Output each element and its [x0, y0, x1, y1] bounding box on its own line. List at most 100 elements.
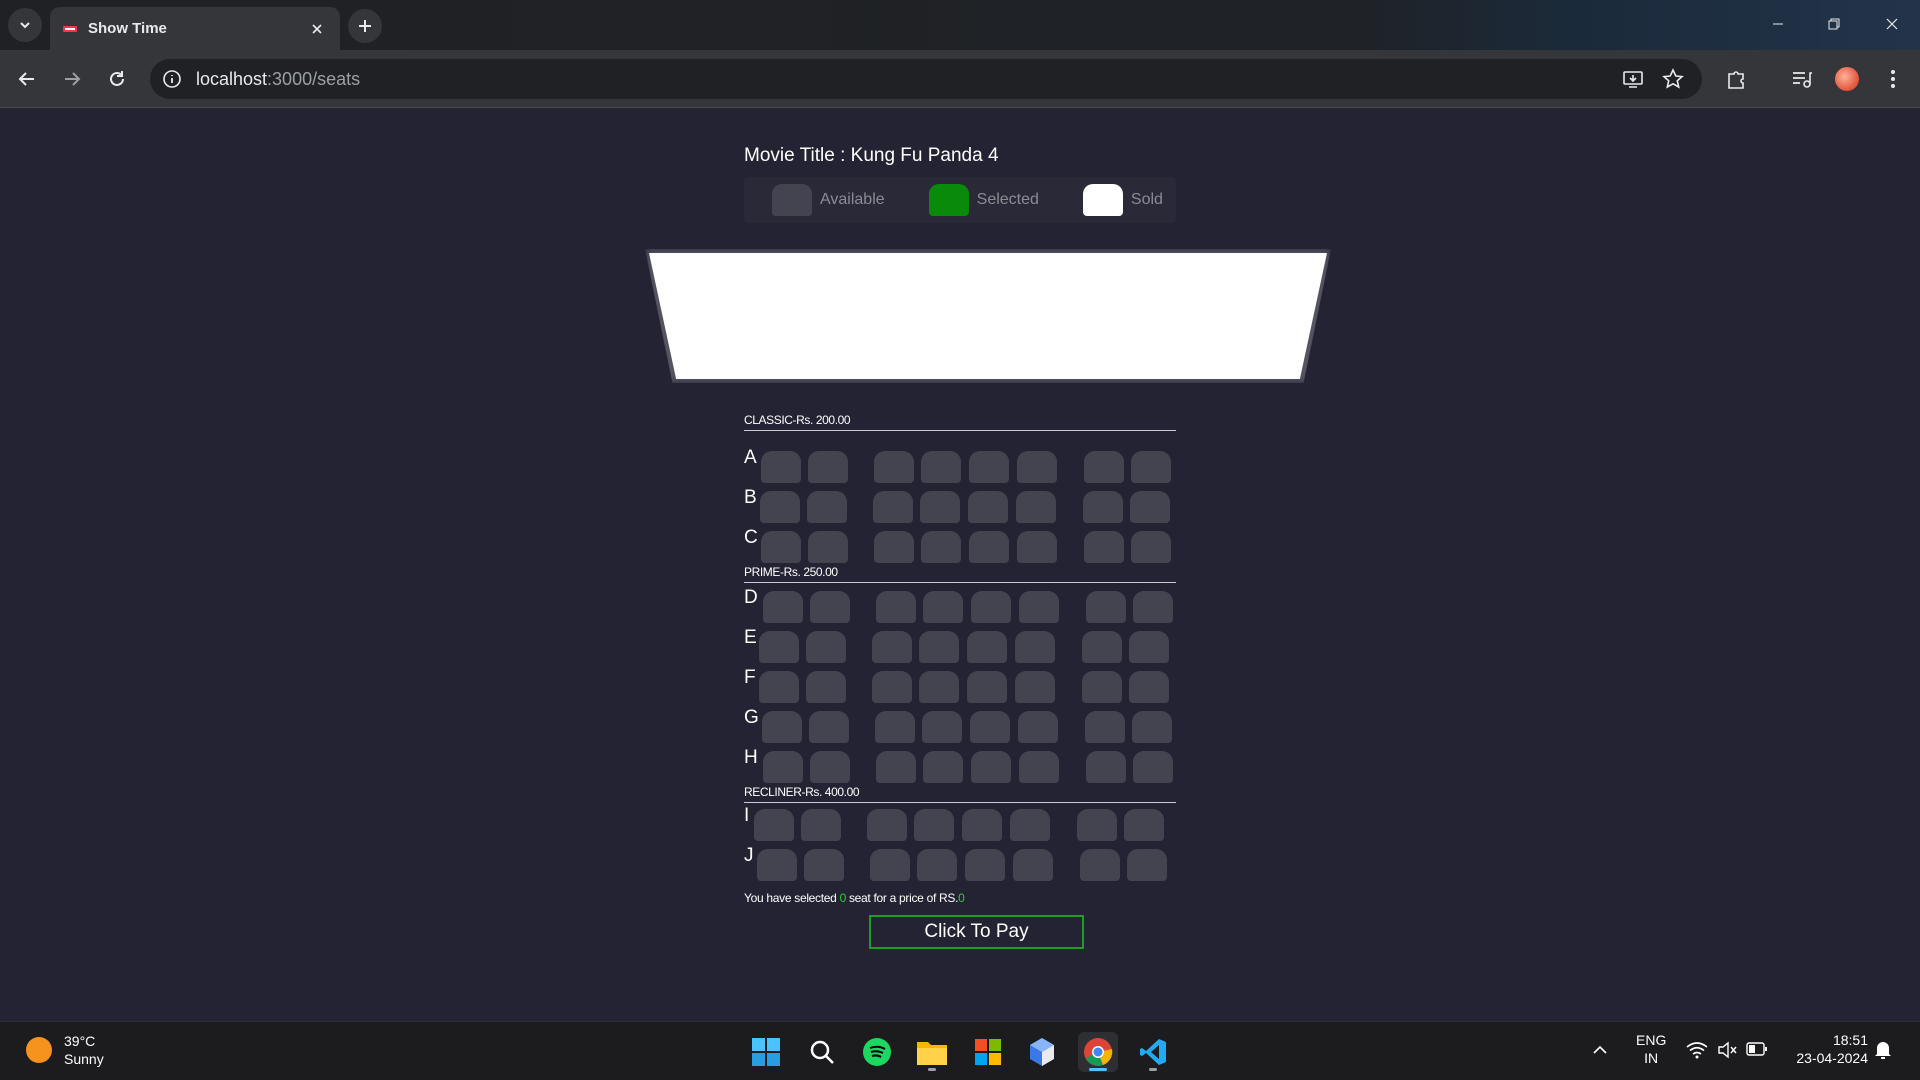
seat-i5[interactable] [962, 809, 1002, 841]
seat-i1[interactable] [754, 809, 794, 841]
minimize-button[interactable] [1750, 0, 1806, 48]
app-cube-icon[interactable] [1022, 1032, 1062, 1072]
seat-b4[interactable] [920, 491, 960, 523]
seat-i2[interactable] [801, 809, 841, 841]
back-button[interactable] [10, 62, 44, 96]
seat-b1[interactable] [760, 491, 800, 523]
system-clock[interactable]: 18:51 23-04-2024 [1788, 1031, 1868, 1067]
seat-a5[interactable] [969, 451, 1009, 483]
seat-a4[interactable] [921, 451, 961, 483]
seat-i8[interactable] [1124, 809, 1164, 841]
seat-d3[interactable] [876, 591, 916, 623]
seat-b8[interactable] [1130, 491, 1170, 523]
seat-c3[interactable] [874, 531, 914, 563]
seat-j2[interactable] [804, 849, 844, 881]
seat-g2[interactable] [809, 711, 849, 743]
tray-chevron-icon[interactable] [1592, 1042, 1608, 1058]
address-bar[interactable]: localhost:3000/seats [150, 59, 1702, 99]
window-close-button[interactable] [1864, 0, 1920, 48]
seat-d7[interactable] [1086, 591, 1126, 623]
seat-a6[interactable] [1017, 451, 1057, 483]
seat-f2[interactable] [806, 671, 846, 703]
seat-a3[interactable] [874, 451, 914, 483]
seat-e3[interactable] [872, 631, 912, 663]
seat-e4[interactable] [919, 631, 959, 663]
seat-j6[interactable] [1013, 849, 1053, 881]
seat-f6[interactable] [1015, 671, 1055, 703]
seat-h6[interactable] [1019, 751, 1059, 783]
seat-f7[interactable] [1082, 671, 1122, 703]
seat-j3[interactable] [870, 849, 910, 881]
seat-d2[interactable] [810, 591, 850, 623]
seat-c6[interactable] [1017, 531, 1057, 563]
seat-g8[interactable] [1132, 711, 1172, 743]
seat-b5[interactable] [968, 491, 1008, 523]
seat-d6[interactable] [1019, 591, 1059, 623]
seat-h7[interactable] [1086, 751, 1126, 783]
spotify-icon[interactable] [857, 1032, 897, 1072]
battery-icon[interactable] [1746, 1042, 1768, 1059]
seat-c7[interactable] [1084, 531, 1124, 563]
seat-g6[interactable] [1018, 711, 1058, 743]
seat-a8[interactable] [1131, 451, 1171, 483]
file-explorer-icon[interactable] [912, 1032, 952, 1072]
restore-button[interactable] [1806, 0, 1862, 48]
url-text[interactable]: localhost:3000/seats [196, 69, 360, 90]
seat-b7[interactable] [1083, 491, 1123, 523]
seat-f5[interactable] [967, 671, 1007, 703]
seat-b2[interactable] [807, 491, 847, 523]
close-icon[interactable] [306, 18, 328, 40]
seat-f1[interactable] [759, 671, 799, 703]
start-icon[interactable] [746, 1032, 786, 1072]
seat-b3[interactable] [873, 491, 913, 523]
browser-tab[interactable]: Show Time [50, 7, 340, 50]
extensions-button[interactable] [1719, 62, 1753, 96]
seat-c2[interactable] [808, 531, 848, 563]
seat-j4[interactable] [917, 849, 957, 881]
seat-i6[interactable] [1010, 809, 1050, 841]
more-button[interactable] [1876, 62, 1910, 96]
install-icon[interactable] [1622, 68, 1644, 90]
seat-j1[interactable] [757, 849, 797, 881]
seat-e5[interactable] [967, 631, 1007, 663]
seat-g3[interactable] [875, 711, 915, 743]
seat-d1[interactable] [763, 591, 803, 623]
seat-e2[interactable] [806, 631, 846, 663]
seat-a1[interactable] [761, 451, 801, 483]
seat-e1[interactable] [759, 631, 799, 663]
weather-widget[interactable]: 39°C Sunny [26, 1032, 104, 1068]
seat-c8[interactable] [1131, 531, 1171, 563]
seat-d4[interactable] [923, 591, 963, 623]
pay-button[interactable]: Click To Pay [869, 915, 1084, 949]
seat-a7[interactable] [1084, 451, 1124, 483]
search-icon[interactable] [802, 1032, 842, 1072]
seat-i7[interactable] [1077, 809, 1117, 841]
seat-g7[interactable] [1085, 711, 1125, 743]
seat-h3[interactable] [876, 751, 916, 783]
tab-search-button[interactable] [8, 8, 42, 42]
seat-e7[interactable] [1082, 631, 1122, 663]
seat-i4[interactable] [914, 809, 954, 841]
seat-b6[interactable] [1016, 491, 1056, 523]
vscode-icon[interactable] [1133, 1032, 1173, 1072]
seat-f4[interactable] [919, 671, 959, 703]
notification-bell-icon[interactable] [1874, 1040, 1892, 1063]
media-button[interactable] [1785, 62, 1819, 96]
seat-j8[interactable] [1127, 849, 1167, 881]
volume-muted-icon[interactable] [1717, 1041, 1737, 1062]
language-indicator[interactable]: ENG IN [1636, 1031, 1666, 1067]
forward-button[interactable] [55, 62, 89, 96]
info-icon[interactable] [162, 69, 182, 89]
profile-button[interactable] [1830, 62, 1864, 96]
chrome-icon[interactable] [1078, 1032, 1118, 1072]
seat-j5[interactable] [965, 849, 1005, 881]
seat-f8[interactable] [1129, 671, 1169, 703]
seat-g4[interactable] [922, 711, 962, 743]
new-tab-button[interactable] [348, 9, 382, 43]
seat-g1[interactable] [762, 711, 802, 743]
seat-j7[interactable] [1080, 849, 1120, 881]
seat-d5[interactable] [971, 591, 1011, 623]
wifi-icon[interactable] [1686, 1041, 1708, 1062]
seat-g5[interactable] [970, 711, 1010, 743]
seat-e8[interactable] [1129, 631, 1169, 663]
